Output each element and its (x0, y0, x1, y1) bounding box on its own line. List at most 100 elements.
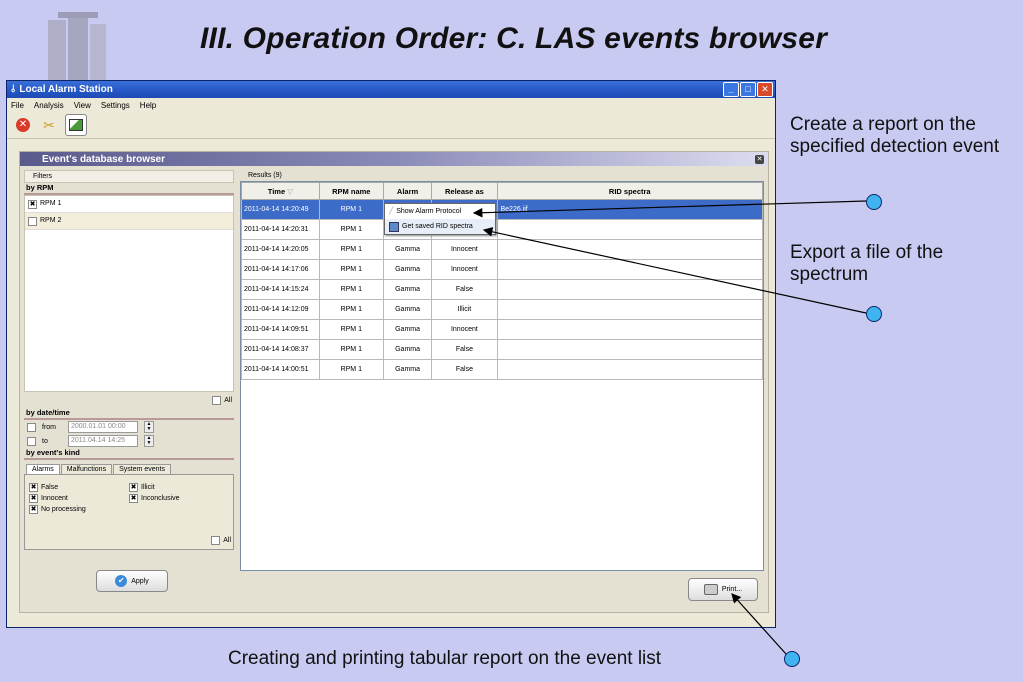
cell-alarm: Gamma (382, 319, 433, 340)
cell-rid (496, 319, 763, 340)
cell-time: 2011-04-14 14:20:49 (241, 199, 320, 220)
cell-rid (496, 279, 763, 300)
table-row[interactable]: 2011-04-14 14:20:31 RPM 1 (241, 219, 763, 240)
cell-rpm: RPM 1 (318, 219, 384, 240)
illicit-checkbox[interactable]: ✖ (129, 483, 138, 492)
results-pane: Results (9) Time ▽ RPM name Alarm Releas… (240, 170, 764, 601)
false-checkbox[interactable]: ✖ (29, 483, 38, 492)
kind-label: Illicit (141, 484, 155, 491)
to-date-field[interactable]: 2011.04.14 14:25 (68, 435, 138, 447)
cell-rpm: RPM 1 (318, 299, 384, 320)
column-header[interactable]: Alarm (382, 182, 433, 200)
cell-release: False (431, 339, 498, 360)
menubar: File Analysis View Settings Help (7, 98, 775, 112)
to-checkbox[interactable] (27, 436, 36, 446)
tab-results[interactable]: Results (9) (240, 170, 764, 181)
menu-item-show-alarm-protocol[interactable]: ╱ Show Alarm Protocol (385, 204, 495, 219)
apply-button[interactable]: ✔ Apply (96, 570, 168, 592)
table-row[interactable]: 2011-04-14 14:15:24 RPM 1 Gamma False (241, 279, 763, 300)
menu-settings[interactable]: Settings (101, 101, 130, 110)
section-by-rpm: by RPM (24, 183, 234, 195)
cell-release: Innocent (431, 259, 498, 280)
column-header[interactable]: RPM name (318, 182, 384, 200)
kind-all-checkbox[interactable] (211, 536, 221, 545)
menu-help[interactable]: Help (140, 101, 156, 110)
protocol-icon: ╱ (389, 208, 394, 215)
panel-close-icon[interactable]: ✕ (755, 154, 764, 164)
events-browser-panel: Event's database browser ✕ Filters by RP… (19, 151, 769, 613)
to-spinner[interactable]: ▲ ▼ (144, 435, 154, 447)
callout-bullet (866, 194, 882, 210)
menu-item-label: Show Alarm Protocol (396, 208, 462, 215)
note-print: Creating and printing tabular report on … (228, 648, 662, 669)
cell-time: 2011-04-14 14:08:37 (241, 339, 320, 360)
all-label: All (223, 537, 231, 544)
sort-icon: ▽ (287, 186, 293, 196)
inconclusive-checkbox[interactable]: ✖ (129, 494, 138, 503)
cell-time: 2011-04-14 14:20:31 (241, 219, 320, 240)
cell-rpm: RPM 1 (318, 319, 384, 340)
from-spinner[interactable]: ▲ ▼ (144, 421, 154, 433)
callout-bullet (866, 306, 882, 322)
tab-system-events[interactable]: System events (113, 464, 171, 474)
innocent-checkbox[interactable]: ✖ (29, 494, 38, 503)
cell-rid (496, 339, 763, 360)
results-table: Time ▽ RPM name Alarm Release as RID spe… (241, 182, 763, 380)
cell-rpm: RPM 1 (318, 359, 384, 380)
menu-view[interactable]: View (74, 101, 91, 110)
kind-options: ✖ False ✖ Illicit ✖ Innocent ✖ Inconclusive … (24, 474, 234, 550)
menu-file[interactable]: File (11, 101, 24, 110)
minimize-button[interactable]: _ (723, 82, 739, 97)
cell-release: Innocent (431, 319, 498, 340)
column-header[interactable]: Release as (431, 182, 498, 200)
menu-analysis[interactable]: Analysis (34, 101, 64, 110)
menu-item-get-rid-spectra[interactable]: Get saved RID spectra (385, 219, 495, 234)
tools-icon[interactable]: ✂ (39, 115, 59, 135)
app-icon: ⫰ (11, 84, 16, 95)
filters-pane: Filters by RPM ✖ RPM 1 RPM 2 All by date… (24, 170, 234, 574)
rpm-list: ✖ RPM 1 RPM 2 (24, 195, 234, 392)
table-row[interactable]: 2011-04-14 14:09:51 RPM 1 Gamma Innocent (241, 319, 763, 340)
tab-malfunctions[interactable]: Malfunctions (60, 464, 113, 474)
print-button[interactable]: Print... (688, 578, 758, 601)
from-checkbox[interactable] (27, 422, 36, 432)
tab-alarms[interactable]: Alarms (26, 464, 60, 474)
app-window: ⫰ Local Alarm Station _ □ ✕ File Analysi… (6, 80, 776, 628)
spectra-icon (389, 221, 399, 232)
note-report: Create a report on the specified detecti… (790, 114, 1000, 157)
table-row[interactable]: 2011-04-14 14:00:51 RPM 1 Gamma False (241, 359, 763, 380)
table-row[interactable]: 2011-04-14 14:20:05 RPM 1 Gamma Innocent (241, 239, 763, 260)
from-date-field[interactable]: 2000.01.01 00:00 (68, 421, 138, 433)
panel-header: Event's database browser ✕ (20, 152, 768, 166)
tab-filters[interactable]: Filters (24, 170, 234, 183)
column-header[interactable]: Time ▽ (241, 182, 320, 200)
stop-icon[interactable]: ✕ (13, 115, 33, 135)
close-button[interactable]: ✕ (757, 82, 773, 97)
section-by-kind: by event's kind (24, 448, 234, 460)
kind-label: False (41, 484, 59, 491)
to-label: to (42, 437, 48, 445)
rpm1-checkbox[interactable]: ✖ (28, 199, 37, 209)
no-processing-checkbox[interactable]: ✖ (29, 505, 38, 514)
table-row[interactable]: 2011-04-14 14:20:49 RPM 1 Be226.iif (241, 199, 763, 220)
table-row[interactable]: 2011-04-14 14:17:06 RPM 1 Gamma Innocent (241, 259, 763, 280)
cell-release: False (431, 279, 498, 300)
note-export: Export a file of the spectrum (790, 242, 944, 285)
menu-item-label: Get saved RID spectra (402, 223, 473, 230)
rpm-all-checkbox[interactable] (212, 395, 222, 405)
chart-icon[interactable] (65, 114, 87, 136)
window-titlebar[interactable]: ⫰ Local Alarm Station _ □ ✕ (7, 81, 775, 98)
toolbar: ✕ ✂ (7, 112, 775, 139)
cell-alarm: Gamma (382, 339, 433, 360)
kind-label: Innocent (41, 495, 68, 502)
column-header[interactable]: RID spectra (496, 182, 763, 200)
results-table-wrap: Time ▽ RPM name Alarm Release as RID spe… (240, 181, 764, 571)
rpm2-checkbox[interactable] (28, 216, 37, 226)
cell-time: 2011-04-14 14:17:06 (241, 259, 320, 280)
table-row[interactable]: 2011-04-14 14:08:37 RPM 1 Gamma False (241, 339, 763, 360)
print-label: Print... (721, 586, 743, 593)
table-row[interactable]: 2011-04-14 14:12:09 RPM 1 Gamma Illicit (241, 299, 763, 320)
list-item[interactable]: RPM 2 (25, 213, 233, 230)
list-item[interactable]: ✖ RPM 1 (25, 196, 233, 213)
maximize-button[interactable]: □ (740, 82, 756, 97)
